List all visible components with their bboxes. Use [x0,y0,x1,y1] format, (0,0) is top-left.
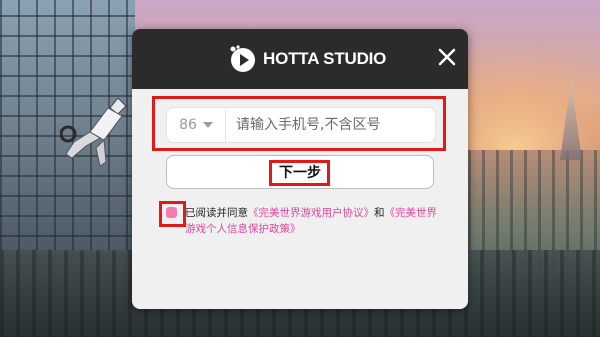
phone-number-input[interactable] [226,108,431,142]
user-agreement-link[interactable]: 《完美世界游戏用户协议》 [248,207,374,219]
country-code-value: 86 [179,117,197,133]
agreement-checkbox[interactable] [166,207,177,218]
hotta-logo-icon [230,45,255,72]
hotta-studio-logo: HOTTA STUDIO [228,41,386,77]
next-step-button[interactable]: 下一步 [166,155,434,189]
triangle-down-icon [202,122,213,128]
country-code-select[interactable]: 86 [167,108,226,142]
dialog-header: HOTTA STUDIO [132,29,468,89]
brand-name: HOTTA STUDIO [263,49,387,68]
game-background: HOTTA STUDIO 86 下一步 已阅读并同意《完美世界游戏用户协议》和《… [0,0,600,337]
agreement-prefix: 已阅读并同意 [185,207,248,219]
next-step-label: 下一步 [279,165,321,181]
character-figure [60,97,127,167]
agreement-text: 已阅读并同意《完美世界游戏用户协议》和《完美世界游戏个人信息保护政策》 [185,205,445,237]
close-icon[interactable] [436,46,458,68]
phone-number-row: 86 [166,107,436,143]
agreement-connector: 和 [374,207,385,219]
login-dialog: HOTTA STUDIO 86 下一步 已阅读并同意《完美世界游戏用户协议》和《… [132,29,468,309]
